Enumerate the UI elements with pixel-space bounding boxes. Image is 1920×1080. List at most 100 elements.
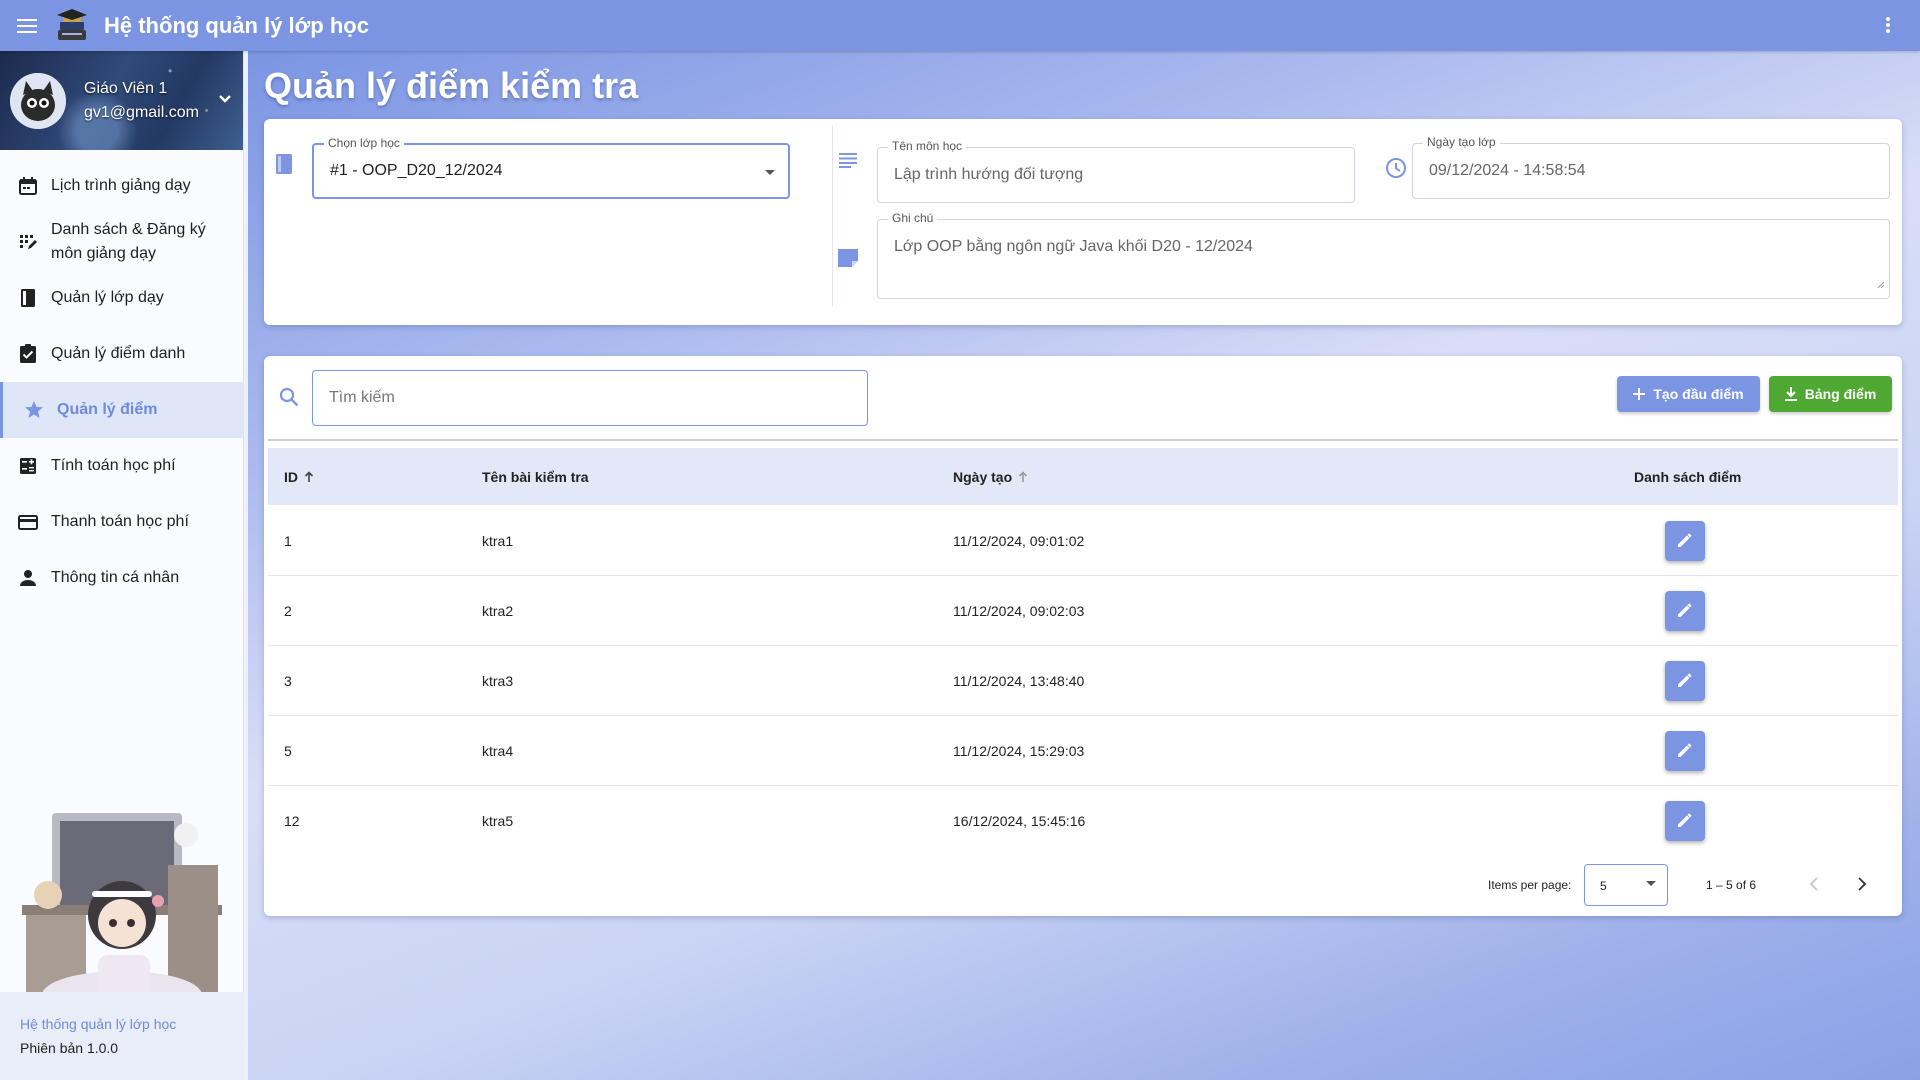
note-value: Lớp OOP bằng ngôn ngữ Java khối D20 - 12… bbox=[894, 238, 1253, 255]
edit-scores-button[interactable] bbox=[1665, 801, 1705, 841]
edit-icon bbox=[1676, 601, 1694, 622]
class-select[interactable]: Chọn lớp học #1 - OOP_D20_12/2024 bbox=[312, 136, 790, 199]
profile-name: Giáo Viên 1 bbox=[84, 79, 168, 97]
footer-version-label: Phiên bản bbox=[20, 1040, 84, 1056]
class-select-value: #1 - OOP_D20_12/2024 bbox=[330, 162, 503, 179]
profile-header[interactable]: Giáo Viên 1 gv1@gmail.com bbox=[0, 51, 243, 150]
top-app-bar: Hệ thống quản lý lớp học bbox=[0, 0, 1920, 51]
search-field[interactable] bbox=[312, 370, 868, 426]
column-header-label: Danh sách điểm bbox=[1634, 468, 1742, 485]
sidebar-item-attendance[interactable]: Quản lý điểm danh bbox=[0, 326, 243, 382]
download-gradebook-button[interactable]: Bảng điểm bbox=[1769, 376, 1892, 412]
cell-created: 11/12/2024, 13:48:40 bbox=[953, 673, 1085, 689]
sidebar-item-classes[interactable]: Quản lý lớp dạy bbox=[0, 270, 243, 326]
calendar-icon bbox=[17, 175, 39, 197]
sidebar-item-subject-register[interactable]: Danh sách & Đăng ký môn giảng dạy bbox=[0, 214, 243, 270]
cell-name: ktra3 bbox=[482, 673, 514, 689]
edit-icon bbox=[1676, 531, 1694, 552]
note-field[interactable]: Ghi chú Lớp OOP bằng ngôn ngữ Java khối … bbox=[877, 211, 1890, 299]
cell-created: 11/12/2024, 15:29:03 bbox=[953, 743, 1085, 759]
cell-id: 3 bbox=[284, 673, 292, 689]
sidebar-item-label: Danh sách & Đăng ký môn giảng dạy bbox=[51, 221, 206, 262]
credit-card-icon bbox=[17, 511, 39, 533]
cell-id: 5 bbox=[284, 743, 292, 759]
star-icon bbox=[23, 399, 45, 421]
cell-id: 12 bbox=[284, 813, 300, 829]
subject-field[interactable]: Tên môn học Lập trình hướng đối tượng bbox=[877, 139, 1355, 203]
cell-name: ktra2 bbox=[482, 603, 514, 619]
created-date-value: 09/12/2024 - 14:58:54 bbox=[1429, 162, 1586, 179]
sidebar-item-tuition-payment[interactable]: Thanh toán học phí bbox=[0, 494, 243, 550]
chevron-down-icon[interactable] bbox=[213, 87, 237, 111]
resize-handle-icon[interactable] bbox=[1877, 276, 1885, 294]
sidebar-item-grades[interactable]: Quản lý điểm bbox=[0, 382, 243, 438]
table-row: 1 ktra1 11/12/2024, 09:01:02 bbox=[268, 506, 1898, 576]
column-header-created[interactable]: Ngày tạo bbox=[953, 448, 1028, 505]
avatar bbox=[10, 72, 66, 129]
main-content: Quản lý điểm kiểm tra Chọn lớp học #1 - … bbox=[248, 51, 1920, 1080]
sidebar-item-tuition-calc[interactable]: Tính toán học phí bbox=[0, 438, 243, 494]
column-header-label: ID bbox=[284, 468, 298, 485]
sidebar-nav: Lịch trình giảng dạy Danh sách & Đăng ký… bbox=[0, 150, 243, 606]
items-per-page-value: 5 bbox=[1600, 879, 1607, 893]
cell-name: ktra1 bbox=[482, 533, 514, 549]
sidebar-item-label: Tính toán học phí bbox=[51, 457, 176, 474]
edit-icon bbox=[1676, 741, 1694, 762]
sidebar-item-schedule[interactable]: Lịch trình giảng dạy bbox=[0, 158, 243, 214]
table-row: 3 ktra3 11/12/2024, 13:48:40 bbox=[268, 646, 1898, 716]
cell-id: 1 bbox=[284, 533, 292, 549]
edit-icon bbox=[1676, 811, 1694, 832]
sidebar-item-label: Quản lý điểm danh bbox=[51, 345, 186, 362]
paginator: Items per page: 5 1 – 5 of 6 bbox=[264, 864, 1902, 906]
clock-icon bbox=[1385, 157, 1407, 179]
person-icon bbox=[17, 567, 39, 589]
search-input[interactable] bbox=[313, 371, 867, 425]
note-label: Ghi chú bbox=[888, 211, 938, 225]
page-range: 1 – 5 of 6 bbox=[1706, 878, 1757, 892]
table-row: 2 ktra2 11/12/2024, 09:02:03 bbox=[268, 576, 1898, 646]
create-grade-column-button[interactable]: Tạo đầu điểm bbox=[1617, 376, 1760, 412]
checklist-icon bbox=[17, 343, 39, 365]
sidebar: Giáo Viên 1 gv1@gmail.com Lịch trình giả… bbox=[0, 51, 244, 1080]
app-title: Hệ thống quản lý lớp học bbox=[104, 12, 369, 38]
app-logo bbox=[54, 8, 90, 44]
menu-icon[interactable] bbox=[0, 0, 54, 51]
column-header-label: Ngày tạo bbox=[953, 468, 1013, 485]
dropdown-arrow-icon bbox=[764, 165, 776, 183]
book-icon bbox=[17, 287, 39, 309]
sidebar-item-profile[interactable]: Thông tin cá nhân bbox=[0, 550, 243, 606]
edit-scores-button[interactable] bbox=[1665, 591, 1705, 631]
table-header: ID Tên bài kiểm tra Ngày tạo Danh sách đ… bbox=[268, 448, 1898, 505]
edit-scores-button[interactable] bbox=[1665, 661, 1705, 701]
class-info-card: Chọn lớp học #1 - OOP_D20_12/2024 Tên mô… bbox=[264, 119, 1902, 325]
column-header-id[interactable]: ID bbox=[284, 448, 314, 505]
edit-scores-button[interactable] bbox=[1665, 521, 1705, 561]
edit-scores-button[interactable] bbox=[1665, 731, 1705, 771]
dropdown-arrow-icon bbox=[1645, 877, 1657, 892]
cell-created: 11/12/2024, 09:01:02 bbox=[953, 533, 1085, 549]
sidebar-item-label: Thông tin cá nhân bbox=[51, 569, 180, 586]
cell-id: 2 bbox=[284, 603, 292, 619]
previous-page-button[interactable] bbox=[1802, 873, 1826, 897]
download-icon bbox=[1784, 387, 1797, 401]
created-date-field[interactable]: Ngày tạo lớp 09/12/2024 - 14:58:54 bbox=[1412, 135, 1890, 199]
cell-name: ktra4 bbox=[482, 743, 514, 759]
divider bbox=[268, 439, 1898, 441]
sidebar-item-label: Quản lý lớp dạy bbox=[51, 289, 164, 306]
note-icon bbox=[837, 247, 859, 269]
column-header-scores: Danh sách điểm bbox=[1634, 448, 1741, 505]
notes-icon bbox=[837, 149, 859, 171]
next-page-button[interactable] bbox=[1850, 873, 1874, 897]
calculator-icon bbox=[17, 455, 39, 477]
edit-icon bbox=[1676, 671, 1694, 692]
book-icon bbox=[273, 153, 295, 175]
sidebar-item-label: Lịch trình giảng dạy bbox=[51, 177, 191, 194]
items-per-page-select[interactable]: 5 bbox=[1584, 864, 1668, 906]
footer-version: 1.0.0 bbox=[86, 1040, 119, 1056]
more-vert-icon[interactable] bbox=[1876, 13, 1900, 37]
plus-icon bbox=[1633, 388, 1646, 400]
sidebar-item-label: Thanh toán học phí bbox=[51, 513, 189, 530]
column-header-name[interactable]: Tên bài kiểm tra bbox=[482, 448, 589, 505]
sidebar-item-label: Quản lý điểm bbox=[57, 401, 158, 418]
arrow-up-icon bbox=[1018, 470, 1028, 483]
